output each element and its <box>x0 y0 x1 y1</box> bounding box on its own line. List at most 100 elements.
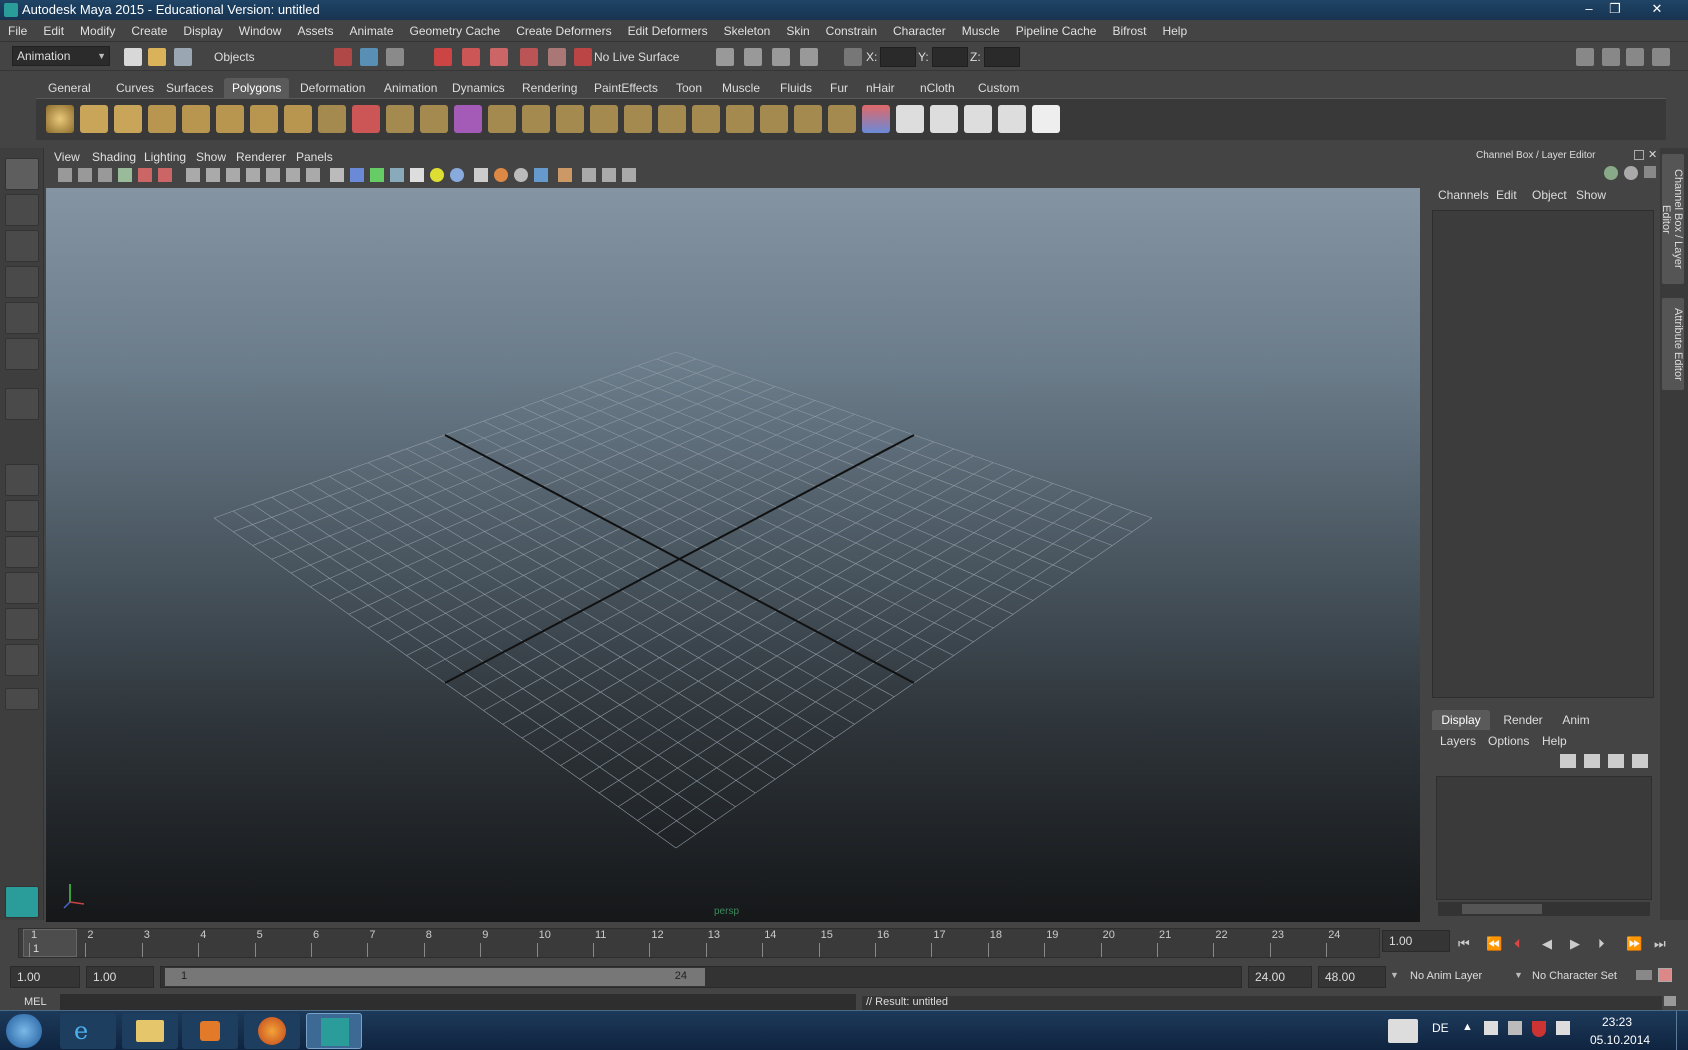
perspective-viewport[interactable]: persp <box>46 188 1420 922</box>
poly-cone-icon[interactable] <box>148 105 176 133</box>
wireframe-on-shaded-icon[interactable] <box>370 168 384 182</box>
tab-rendering[interactable]: Rendering <box>514 78 585 98</box>
viewport-menu-shading[interactable]: Shading <box>92 150 136 164</box>
merge-vertices-icon[interactable] <box>726 105 754 133</box>
playback-start-field[interactable]: 1.00 <box>86 966 154 988</box>
field-chart-icon[interactable] <box>266 168 280 182</box>
grid-toggle-icon[interactable] <box>186 168 200 182</box>
tab-polygons[interactable]: Polygons <box>224 78 290 98</box>
create-empty-layer-icon[interactable] <box>1608 754 1624 768</box>
safe-title-icon[interactable] <box>306 168 320 182</box>
command-input[interactable] <box>60 994 856 1010</box>
menu-assets[interactable]: Assets <box>289 20 341 42</box>
move-tool-icon[interactable] <box>5 266 39 298</box>
graph-editor-layout-icon[interactable] <box>5 644 39 676</box>
tab-animation[interactable]: Animation <box>376 78 445 98</box>
menu-file[interactable]: File <box>0 20 35 42</box>
offset-edge-loop-icon[interactable] <box>658 105 686 133</box>
x-input[interactable] <box>880 47 916 67</box>
tab-custom[interactable]: Custom <box>970 78 1027 98</box>
maya-taskbar-icon[interactable] <box>306 1013 362 1049</box>
go-to-end-icon[interactable]: ⏭ <box>1654 936 1666 952</box>
channel-box-layers-icon[interactable] <box>1604 166 1618 180</box>
four-view-layout-icon[interactable] <box>5 500 39 532</box>
attribute-editor-icon[interactable] <box>1644 166 1656 178</box>
toggle-modeling-toolkit-icon[interactable] <box>1576 48 1594 66</box>
xray-icon[interactable] <box>390 168 404 182</box>
play-forward-icon[interactable]: ▶ <box>1570 936 1580 952</box>
bridge-icon[interactable] <box>522 105 550 133</box>
move-layer-down-icon[interactable] <box>1584 754 1600 768</box>
tab-toon[interactable]: Toon <box>668 78 710 98</box>
wireframe-icon[interactable] <box>330 168 344 182</box>
tab-muscle[interactable]: Muscle <box>714 78 768 98</box>
security-shield-icon[interactable] <box>1532 1021 1546 1037</box>
layer-menu-layers[interactable]: Layers <box>1440 734 1476 748</box>
z-input[interactable] <box>984 47 1020 67</box>
time-slider-bar[interactable]: 1 1 2 3 4 5 6 7 8 9 10 11 12 13 14 15 16 17 18 19 20 21 22 23 2… <box>18 928 1380 958</box>
tab-layer-anim[interactable]: Anim <box>1552 710 1600 730</box>
cylindrical-mapping-icon[interactable] <box>930 105 958 133</box>
range-bar-handle[interactable]: 1 24 <box>165 968 705 986</box>
layer-menu-help[interactable]: Help <box>1542 734 1567 748</box>
sculpt-geometry-icon[interactable] <box>862 105 890 133</box>
menu-animate[interactable]: Animate <box>341 20 401 42</box>
hud-toggle-icon[interactable] <box>622 168 636 182</box>
select-by-component-icon[interactable] <box>386 48 404 66</box>
xray-joints-icon[interactable] <box>582 168 596 182</box>
layer-list[interactable] <box>1436 776 1652 900</box>
menu-display[interactable]: Display <box>175 20 230 42</box>
maximize-button[interactable]: ❐ <box>1602 0 1628 18</box>
channel-box-list[interactable] <box>1432 210 1654 698</box>
paint-select-tool-icon[interactable] <box>5 230 39 262</box>
show-hidden-icons-icon[interactable]: ▲ <box>1462 1021 1473 1033</box>
snap-to-surface-icon[interactable] <box>548 48 566 66</box>
menu-skin[interactable]: Skin <box>778 20 817 42</box>
two-d-pan-zoom-icon[interactable] <box>158 168 172 182</box>
separate-icon[interactable] <box>386 105 414 133</box>
animation-start-field[interactable]: 1.00 <box>10 966 80 988</box>
menu-character[interactable]: Character <box>885 20 954 42</box>
volume-icon[interactable] <box>1556 1021 1570 1035</box>
transform-mode-icon[interactable] <box>844 48 862 66</box>
menu-geometry-cache[interactable]: Geometry Cache <box>402 20 509 42</box>
tab-fluids[interactable]: Fluids <box>772 78 820 98</box>
selection-mode-label[interactable]: Objects <box>214 50 255 64</box>
step-forward-frame-icon[interactable]: ⏵ <box>1598 936 1605 952</box>
select-tool-icon[interactable] <box>5 158 39 190</box>
persp-graph-layout-icon[interactable] <box>5 572 39 604</box>
automatic-mapping-icon[interactable] <box>998 105 1026 133</box>
render-view-icon[interactable] <box>716 48 734 66</box>
menu-window[interactable]: Window <box>231 20 290 42</box>
cb-menu-show[interactable]: Show <box>1576 188 1606 202</box>
y-input[interactable] <box>932 47 968 67</box>
last-tool-icon[interactable] <box>5 388 39 420</box>
use-all-lights-icon[interactable] <box>430 168 444 182</box>
move-layer-up-icon[interactable] <box>1560 754 1576 768</box>
toggle-tool-settings-icon[interactable] <box>1626 48 1644 66</box>
bevel-icon[interactable] <box>692 105 720 133</box>
grease-pencil-icon[interactable] <box>138 168 152 182</box>
poly-soccer-ball-icon[interactable] <box>318 105 346 133</box>
firefox-icon[interactable] <box>244 1013 300 1049</box>
file-explorer-icon[interactable] <box>122 1013 178 1049</box>
tab-painteffects[interactable]: PaintEffects <box>586 78 666 98</box>
select-by-hierarchy-icon[interactable] <box>334 48 352 66</box>
append-polygon-icon[interactable] <box>556 105 584 133</box>
snap-to-grid-icon[interactable] <box>434 48 452 66</box>
internet-explorer-icon[interactable]: e <box>60 1013 116 1049</box>
select-by-object-type-icon[interactable] <box>360 48 378 66</box>
wedge-face-icon[interactable] <box>794 105 822 133</box>
current-time-field[interactable]: 1.00 <box>1382 930 1450 952</box>
cb-menu-object[interactable]: Object <box>1532 188 1567 202</box>
step-back-frame-icon[interactable]: ⏴ <box>1514 936 1521 952</box>
scrollbar-thumb[interactable] <box>1462 904 1542 914</box>
tab-layer-render[interactable]: Render <box>1494 710 1552 730</box>
poke-face-icon[interactable] <box>760 105 788 133</box>
render-frame-icon[interactable] <box>744 48 762 66</box>
playback-end-field[interactable]: 24.00 <box>1248 966 1312 988</box>
anim-layer-dropdown-icon[interactable]: ▼ <box>1390 970 1399 980</box>
poly-torus-icon[interactable] <box>216 105 244 133</box>
image-plane-icon[interactable] <box>118 168 132 182</box>
gate-mask-icon[interactable] <box>246 168 260 182</box>
